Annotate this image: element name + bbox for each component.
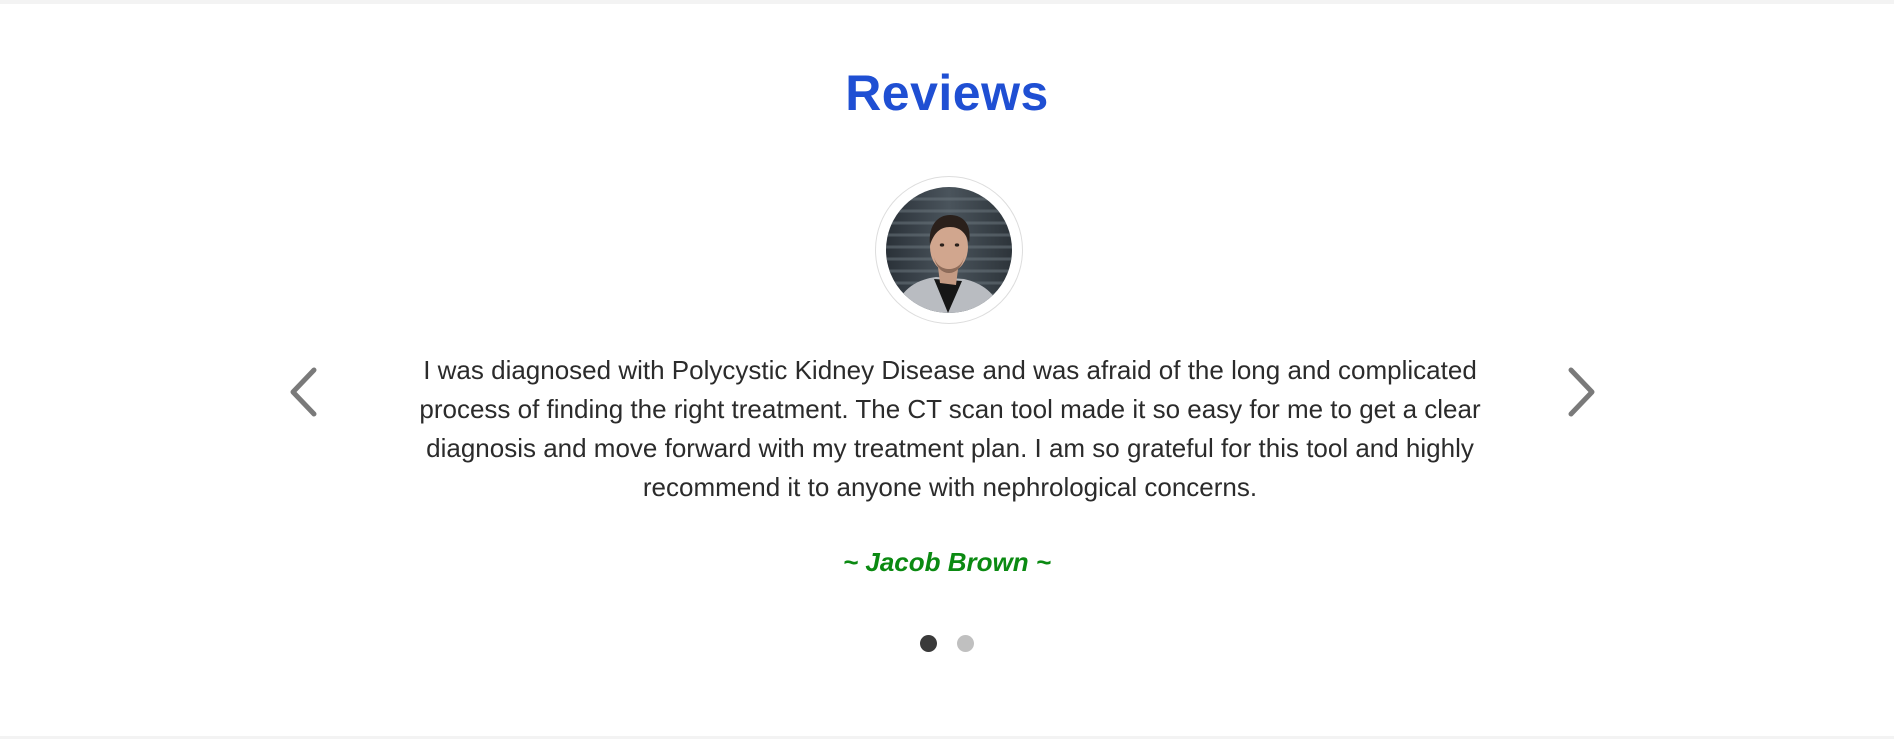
avatar-photo bbox=[886, 187, 1012, 313]
review-text: I was diagnosed with Polycystic Kidney D… bbox=[419, 355, 1481, 502]
carousel-indicators bbox=[0, 635, 1894, 652]
avatar bbox=[886, 187, 1012, 313]
previous-slide-button[interactable] bbox=[281, 362, 325, 422]
next-slide-button[interactable] bbox=[1560, 362, 1604, 422]
carousel-dot-2[interactable] bbox=[957, 635, 974, 652]
avatar-frame bbox=[875, 176, 1023, 324]
chevron-right-icon bbox=[1568, 367, 1595, 417]
reviews-section: Reviews I was diagnosed with Polycystic … bbox=[0, 0, 1894, 739]
section-title: Reviews bbox=[845, 65, 1049, 121]
carousel-dot-1[interactable] bbox=[920, 635, 937, 652]
review-author: ~ Jacob Brown ~ bbox=[842, 547, 1052, 577]
chevron-left-icon bbox=[290, 367, 317, 417]
